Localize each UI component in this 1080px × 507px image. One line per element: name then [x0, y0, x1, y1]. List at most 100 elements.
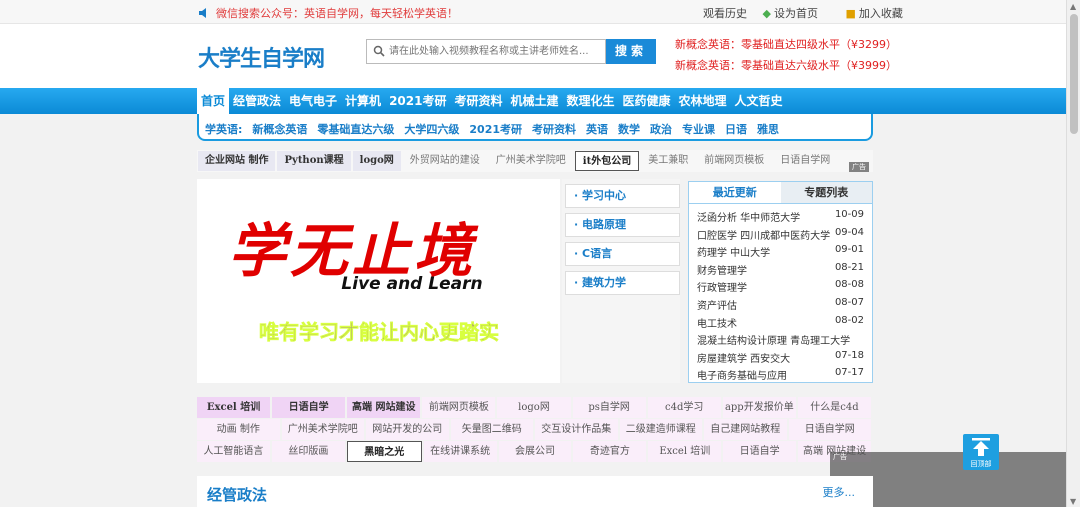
ad-link[interactable]: 网站开发的公司 — [366, 419, 449, 440]
ad-link[interactable]: ps自学网 — [572, 397, 646, 418]
ad-link[interactable]: 日语自学 — [272, 397, 346, 418]
add-favorite-link[interactable]: ■ 加入收藏 — [845, 7, 914, 20]
ad-link[interactable]: logo网 — [497, 397, 571, 418]
ad-link[interactable]: c4d学习 — [647, 397, 721, 418]
scrollbar[interactable]: ▲ ▼ — [1066, 0, 1080, 507]
ad-link[interactable]: 日语自学网 — [788, 419, 871, 440]
quick-menu-item[interactable]: · 电路原理 — [565, 213, 680, 237]
ad-link[interactable]: 日语自学 — [723, 441, 797, 462]
subnav-item[interactable]: 专业课 — [682, 121, 715, 137]
site-logo[interactable]: 大学生自学网 — [198, 41, 325, 73]
news-item[interactable]: 口腔医学 四川成都中医药大学 09-04 — [697, 227, 872, 245]
nav-item[interactable]: 农林地理 — [675, 88, 731, 114]
nav-item[interactable]: 机械土建 — [506, 88, 562, 114]
more-link[interactable]: 更多... — [823, 484, 856, 500]
back-to-top-button[interactable]: 回顶部 — [963, 434, 999, 470]
quick-menu-item[interactable]: · 建筑力学 — [565, 271, 680, 295]
news-item[interactable]: 资产评估 08-07 — [697, 297, 872, 315]
news-title: 电子商务基础与应用 — [697, 371, 787, 383]
quick-menu-item[interactable]: · 学习中心 — [565, 184, 680, 208]
nav-item[interactable]: 首页 — [197, 88, 230, 114]
ad-link[interactable]: 在线讲课系统 — [423, 441, 497, 462]
nav-item[interactable]: 医药健康 — [619, 88, 675, 114]
news-date: 08-21 — [834, 261, 864, 273]
news-item[interactable]: 药理学 中山大学 09-01 — [697, 244, 872, 262]
scroll-down-icon[interactable]: ▼ — [1070, 497, 1076, 506]
ad-link[interactable]: 前端网页模板 — [422, 397, 496, 418]
news-title: 房屋建筑学 西安交大 — [697, 353, 791, 365]
news-item[interactable]: 电工技术 08-02 — [697, 315, 872, 333]
subnav-item[interactable]: 英语 — [586, 121, 608, 137]
nav-item[interactable]: 考研资料 — [450, 88, 506, 114]
news-title: 泛函分析 华中师范大学 — [697, 213, 801, 224]
subnav-item[interactable]: 考研资料 — [532, 121, 576, 137]
english-subnav: 学英语: 新概念英语 零基础直达六级 大学四六级 2021考研 考研资料 英语 数学 政治 专业课… — [197, 114, 873, 141]
news-date: 08-07 — [834, 296, 864, 308]
news-title: 药理学 中山大学 — [697, 248, 771, 260]
ad-link[interactable]: 奇迹官方 — [573, 441, 647, 462]
scroll-thumb[interactable] — [1070, 14, 1078, 134]
news-item[interactable]: 财务管理学 08-21 — [697, 262, 872, 280]
search-icon — [373, 45, 385, 57]
news-date: 08-08 — [834, 279, 864, 291]
subnav-item[interactable]: 日语 — [725, 121, 747, 137]
ad-link[interactable]: it外包公司 — [574, 151, 640, 171]
ad-link[interactable]: 会展公司 — [498, 441, 572, 462]
ad-link[interactable]: 广州美术学院吧 — [489, 151, 573, 171]
news-item[interactable]: 行政管理学 08-08 — [697, 279, 872, 297]
tab-recent-updates[interactable]: 最近更新 — [689, 182, 781, 203]
search-input[interactable] — [389, 40, 601, 63]
news-item[interactable]: 房屋建筑学 西安交大 07-18 — [697, 350, 872, 368]
ad-link[interactable]: 丝印版画 — [271, 441, 345, 462]
ad-link[interactable]: 黑暗之光 — [346, 441, 422, 462]
news-item[interactable]: 混凝土结构设计原理 青岛理工大学 — [697, 332, 872, 350]
subnav-item[interactable]: 政治 — [650, 121, 672, 137]
subnav-item[interactable]: 新概念英语 — [252, 121, 307, 137]
nav-item[interactable]: 经管政法 — [229, 88, 285, 114]
promo-link-2[interactable]: 新概念英语：零基础直达六级水平（¥3999） — [675, 57, 897, 73]
ad-link[interactable]: 矢量图二维码 — [450, 419, 533, 440]
ad-link[interactable]: Python课程 — [277, 151, 351, 171]
ad-link[interactable]: 人工智能语言 — [197, 441, 270, 462]
news-date: 09-01 — [834, 244, 864, 256]
nav-item[interactable]: 计算机 — [341, 88, 385, 114]
ad-link[interactable]: Excel 培训 — [197, 397, 271, 418]
ad-link[interactable]: 美工兼职 — [641, 151, 695, 171]
promo-link-1[interactable]: 新概念英语：零基础直达四级水平（¥3299） — [675, 36, 897, 52]
nav-item[interactable]: 人文哲史 — [731, 88, 787, 114]
notice-text: 微信搜索公众号：英语自学网，每天轻松学英语！ — [216, 7, 458, 20]
subnav-item[interactable]: 2021考研 — [469, 121, 522, 137]
ad-link[interactable]: 高端 网站建设 — [347, 397, 421, 418]
ad-link[interactable]: Excel 培训 — [648, 441, 722, 462]
ad-link[interactable]: 外贸网站的建设 — [403, 151, 487, 171]
ad-link[interactable]: 前端网页模板 — [697, 151, 771, 171]
tab-topic-list[interactable]: 专题列表 — [780, 182, 872, 203]
ad-link[interactable]: 交互设计作品集 — [535, 419, 618, 440]
news-item[interactable]: 电子商务基础与应用 07-17 — [697, 367, 872, 385]
set-homepage-link[interactable]: ◆ 设为首页 — [763, 7, 830, 20]
ad-link[interactable]: 二级建造师课程 — [619, 419, 702, 440]
banner-graphic: 学无止境 Live and Learn 唯有学习才能让内心更踏实 — [228, 217, 499, 344]
ad-link[interactable]: app开发报价单 — [722, 397, 796, 418]
quick-menu-item[interactable]: · C语言 — [565, 242, 680, 266]
subnav-item[interactable]: 雅思 — [757, 121, 779, 137]
ad-link[interactable]: 动画 制作 — [197, 419, 280, 440]
nav-item[interactable]: 数理化生 — [563, 88, 619, 114]
news-item[interactable]: 泛函分析 华中师范大学 10-09 — [697, 209, 872, 227]
ad-link[interactable]: 企业网站 制作 — [198, 151, 276, 171]
ad-link[interactable]: 自己建网站教程 — [704, 419, 787, 440]
ad-link[interactable]: 日语自学网 — [773, 151, 837, 171]
ad-link[interactable]: 广州美术学院吧 — [281, 419, 364, 440]
nav-item[interactable]: 电气电子 — [285, 88, 341, 114]
ad-row-top: 企业网站 制作 Python课程 logo网 外贸网站的建设 广州美术学院吧 it外包公司… — [197, 150, 873, 172]
nav-item[interactable]: 2021考研 — [385, 88, 450, 114]
subnav-item[interactable]: 数学 — [618, 121, 640, 137]
ad-link[interactable]: 什么是c4d — [797, 397, 871, 418]
subnav-item[interactable]: 大学四六级 — [404, 121, 459, 137]
search-button[interactable]: 搜索 — [606, 39, 656, 64]
hero-banner[interactable]: 学无止境 Live and Learn 唯有学习才能让内心更踏实 — [197, 179, 560, 383]
history-link[interactable]: 观看历史 — [703, 7, 747, 20]
ad-link[interactable]: logo网 — [352, 151, 401, 171]
subnav-item[interactable]: 零基础直达六级 — [317, 121, 394, 137]
scroll-up-icon[interactable]: ▲ — [1070, 2, 1076, 11]
